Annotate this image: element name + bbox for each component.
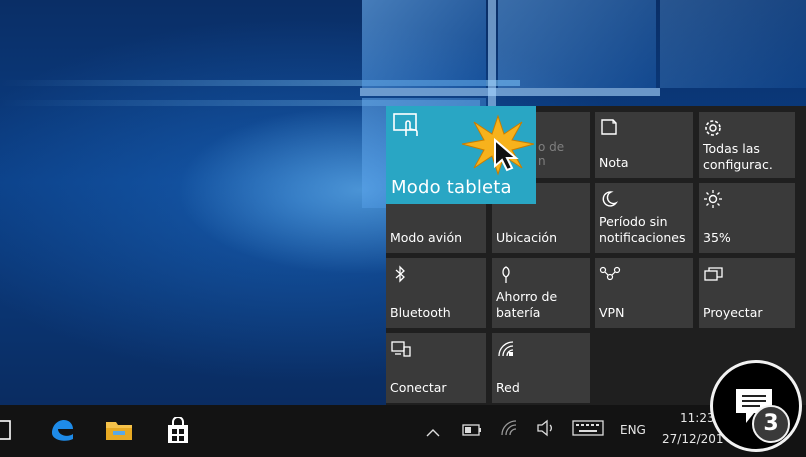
window-pane xyxy=(362,0,486,88)
tile-quiet-hours[interactable]: Período sin notificaciones xyxy=(595,183,693,253)
vpn-icon xyxy=(599,264,621,284)
tile-label: VPN xyxy=(599,305,625,320)
mouse-cursor-icon xyxy=(494,138,519,172)
tile-battery-saver[interactable]: Ahorro de batería xyxy=(492,258,590,328)
network-tray-icon[interactable] xyxy=(500,419,518,441)
tile-label: Red xyxy=(496,380,520,395)
gear-icon xyxy=(703,118,725,138)
note-icon xyxy=(599,118,621,138)
tile-label: Conectar xyxy=(390,380,447,395)
window-frame xyxy=(360,88,660,96)
tile-note[interactable]: Nota xyxy=(595,112,693,178)
file-explorer-icon[interactable] xyxy=(104,417,134,447)
taskbar: ENG 11:23 27/12/201 xyxy=(0,405,806,457)
tablet-mode-icon xyxy=(392,113,422,144)
tile-all-settings[interactable]: Todas las configurac. xyxy=(699,112,795,178)
connect-icon xyxy=(390,339,412,359)
touch-keyboard-icon[interactable] xyxy=(572,419,604,441)
tile-label: Bluetooth xyxy=(390,305,451,320)
notification-count-badge: 3 xyxy=(752,405,790,443)
clock-date[interactable]: 27/12/201 xyxy=(662,432,724,446)
tile-label: Modo tableta xyxy=(391,177,512,198)
tile-label: Proyectar xyxy=(703,305,763,320)
window-pane xyxy=(660,0,806,88)
bluetooth-icon xyxy=(390,264,412,284)
tile-label: Nota xyxy=(599,155,629,170)
tile-brightness[interactable]: 35% xyxy=(699,183,795,253)
chevron-up-icon[interactable] xyxy=(426,423,440,442)
tile-label: Ahorro de batería xyxy=(496,289,558,320)
tile-label: Todas las configurac. xyxy=(703,141,773,172)
battery-icon[interactable] xyxy=(462,422,482,441)
task-view-icon[interactable] xyxy=(0,419,14,445)
action-center-button[interactable] xyxy=(710,360,802,452)
network-icon xyxy=(496,339,518,359)
window-pane xyxy=(498,0,656,88)
tile-label: Modo avión xyxy=(390,230,463,245)
language-indicator[interactable]: ENG xyxy=(620,423,646,437)
tile-bluetooth[interactable]: Bluetooth xyxy=(386,258,486,328)
tile-network[interactable]: Red xyxy=(492,333,590,403)
edge-icon[interactable] xyxy=(48,417,76,449)
clock-time[interactable]: 11:23 xyxy=(680,411,715,425)
moon-icon xyxy=(599,189,621,209)
store-icon[interactable] xyxy=(164,416,192,449)
tile-label: 35% xyxy=(703,230,731,245)
volume-icon[interactable] xyxy=(536,419,556,441)
battery-saver-icon xyxy=(496,264,518,284)
tile-project[interactable]: Proyectar xyxy=(699,258,795,328)
hidden-tile-text: o de n xyxy=(538,140,565,168)
tile-vpn[interactable]: VPN xyxy=(595,258,693,328)
tile-label: Ubicación xyxy=(496,230,558,245)
project-icon xyxy=(703,264,725,284)
tile-connect[interactable]: Conectar xyxy=(386,333,486,403)
tile-label: Período sin notificaciones xyxy=(599,214,686,245)
brightness-icon xyxy=(703,189,725,209)
